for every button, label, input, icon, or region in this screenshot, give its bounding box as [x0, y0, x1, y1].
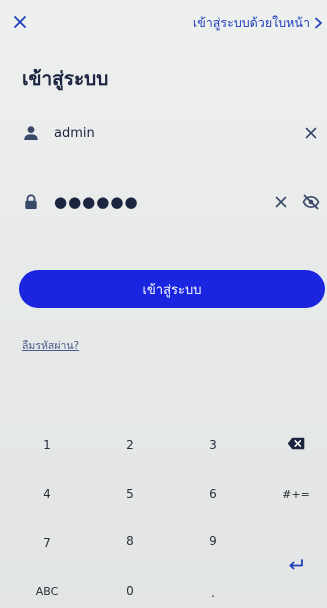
password-clear-button[interactable] [270, 191, 292, 213]
page-title: เข้าสู่ระบบ [22, 68, 109, 90]
backspace-key[interactable] [255, 420, 327, 466]
face-login-link[interactable]: เข้าสู่ระบบด้วยใบหน้า [193, 12, 323, 34]
username-field[interactable]: admin [22, 116, 322, 150]
key-dot[interactable]: . [172, 570, 254, 608]
login-button[interactable]: เข้าสู่ระบบ [19, 270, 325, 308]
face-login-label: เข้าสู่ระบบด้วยใบหน้า [192, 15, 310, 30]
key-7[interactable]: 7 [6, 520, 88, 566]
close-icon [14, 16, 26, 28]
password-field[interactable]: ●●●●●● [22, 185, 322, 219]
key-8[interactable]: 8 [89, 518, 171, 564]
numeric-keypad: 1 2 3 4 5 6 #+= 7 8 9 ABC 0 . [0, 418, 327, 608]
enter-key[interactable] [255, 542, 327, 588]
key-1[interactable]: 1 [6, 422, 88, 468]
username-clear-button[interactable] [300, 122, 322, 144]
key-5[interactable]: 5 [89, 471, 171, 517]
key-9[interactable]: 9 [172, 518, 254, 564]
key-0[interactable]: 0 [89, 568, 171, 608]
password-visibility-toggle[interactable] [300, 191, 322, 213]
chevron-right-icon [315, 17, 322, 29]
eye-off-icon [302, 194, 320, 210]
enter-icon [289, 559, 303, 570]
top-bar: เข้าสู่ระบบด้วยใบหน้า [0, 0, 327, 48]
key-4[interactable]: 4 [6, 471, 88, 517]
symbols-key[interactable]: #+= [255, 471, 327, 517]
forgot-password-link[interactable]: ลืมรหัสผ่าน? [22, 337, 79, 354]
key-2[interactable]: 2 [89, 422, 171, 468]
clear-icon [305, 127, 317, 139]
abc-key[interactable]: ABC [6, 568, 88, 608]
clear-icon [275, 196, 287, 208]
key-6[interactable]: 6 [172, 471, 254, 517]
user-icon [22, 124, 40, 142]
key-3[interactable]: 3 [172, 422, 254, 468]
backspace-icon [287, 437, 305, 449]
username-value: admin [54, 125, 95, 141]
password-value: ●●●●●● [54, 193, 139, 211]
close-button[interactable] [8, 10, 32, 34]
lock-icon [22, 193, 40, 211]
